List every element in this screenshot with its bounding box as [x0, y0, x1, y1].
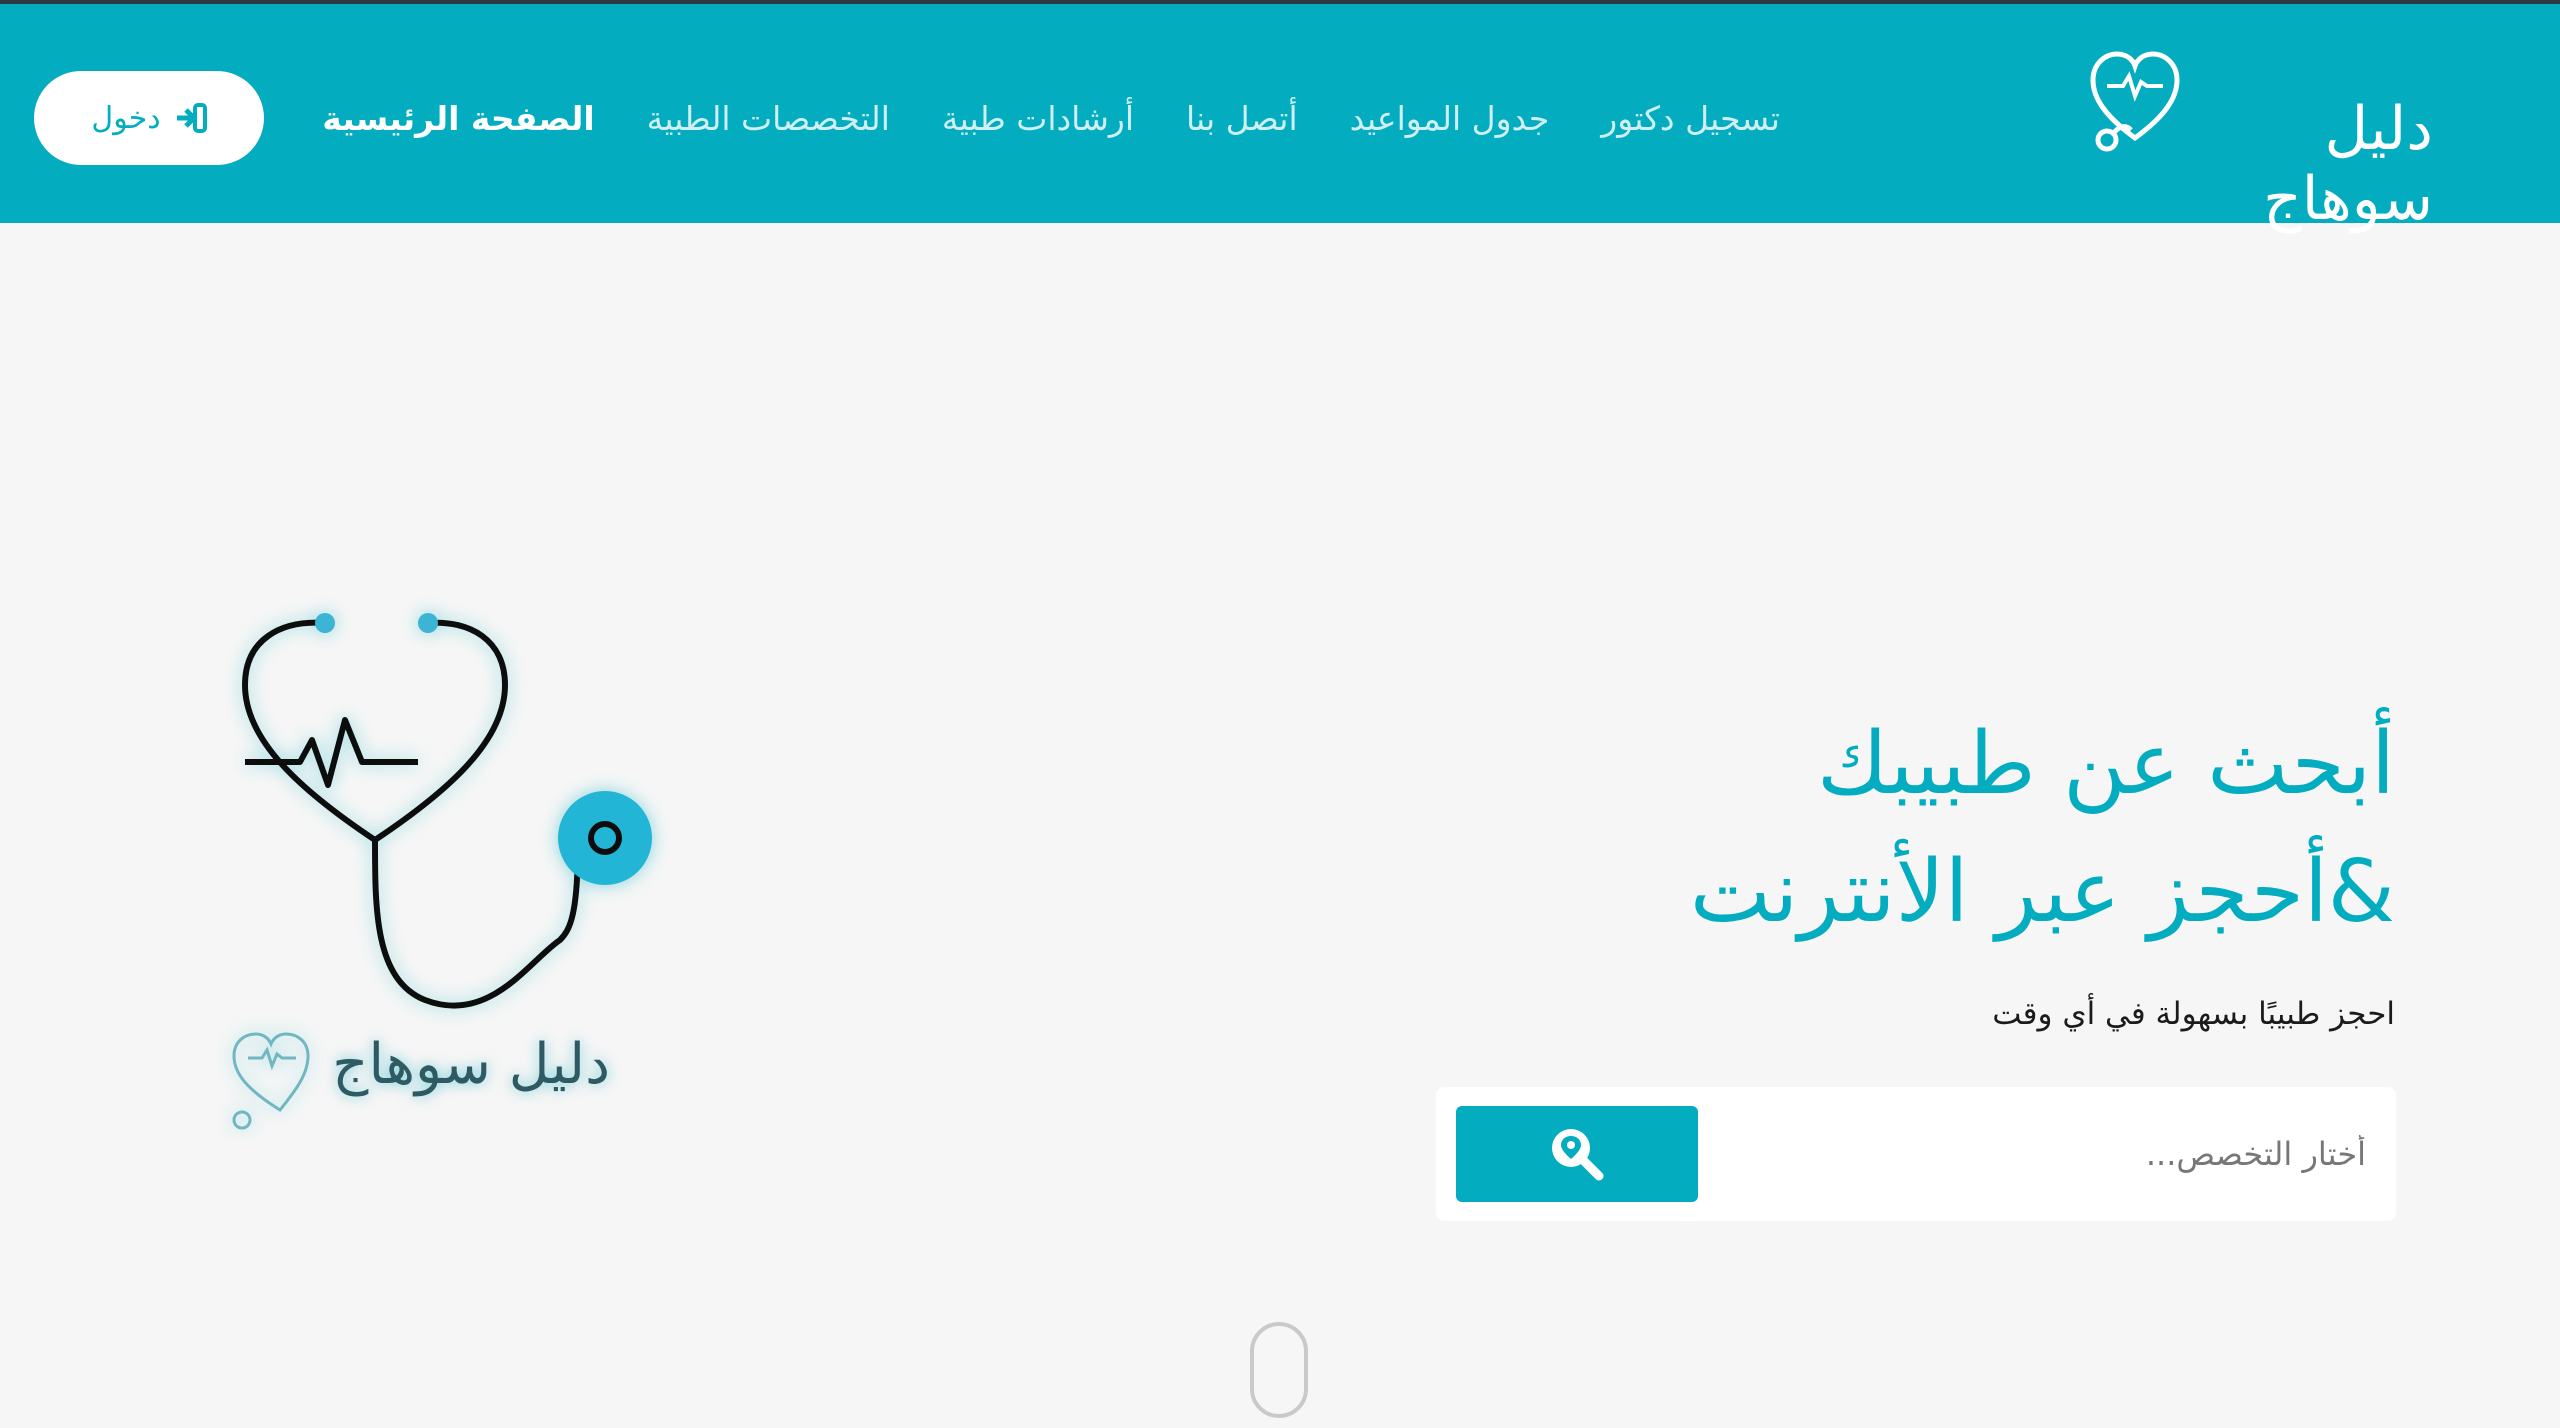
scroll-down-indicator[interactable] [1250, 1322, 1308, 1418]
navbar: دليل سوهاج الصفحة الرئيسية التخصصات الطب… [0, 4, 2560, 234]
nav-item-medical-tips[interactable]: أرشادات طبية [942, 92, 1134, 146]
hero-title-line-1: أبحث عن طبيبك [1816, 714, 2395, 814]
hero-subtitle: احجز طبيبًا بسهولة في أي وقت [1992, 996, 2395, 1032]
brand-logo[interactable]: دليل سوهاج [2085, 46, 2445, 234]
nav-item-home[interactable]: الصفحة الرئيسية [322, 92, 594, 146]
nav-item-schedule[interactable]: جدول المواعيد [1350, 92, 1550, 146]
illustration-brand-name: دليل سوهاج [332, 1032, 610, 1097]
sign-in-icon [176, 103, 207, 133]
search-button[interactable] [1456, 1106, 1698, 1202]
main-nav: الصفحة الرئيسية التخصصات الطبية أرشادات … [322, 92, 1780, 146]
login-label: دخول [91, 100, 161, 136]
search-location-icon [1552, 1129, 1604, 1181]
brand-name: دليل سوهاج [2263, 94, 2433, 234]
nav-item-contact[interactable]: أتصل بنا [1186, 92, 1298, 146]
hero-title: أبحث عن طبيبك &أحجز عبر الأنترنت [1495, 700, 2395, 956]
login-button[interactable]: دخول [34, 71, 264, 165]
nav-item-register-doctor[interactable]: تسجيل دكتور [1601, 92, 1780, 146]
nav-item-specialties[interactable]: التخصصات الطبية [647, 92, 890, 146]
specialty-search-input[interactable] [1686, 1107, 2376, 1201]
hero-title-line-2: &أحجز عبر الأنترنت [1689, 842, 2395, 942]
search-box [1436, 1087, 2396, 1221]
